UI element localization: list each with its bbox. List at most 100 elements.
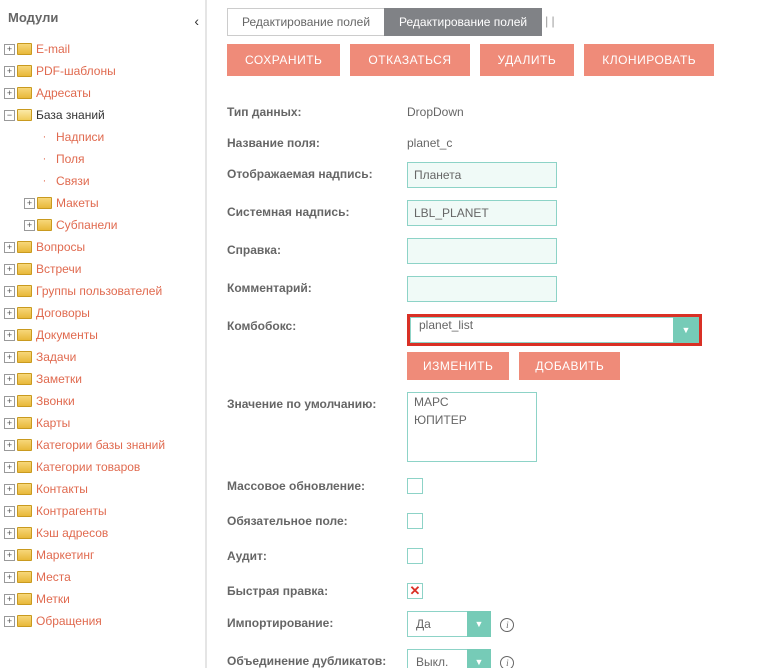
plus-icon[interactable]: + xyxy=(4,352,15,363)
plus-icon[interactable]: + xyxy=(24,198,35,209)
cancel-button[interactable]: ОТКАЗАТЬСЯ xyxy=(350,44,469,76)
folder-icon xyxy=(17,593,32,605)
sidebar-item[interactable]: + Документы xyxy=(4,324,205,346)
dot-icon: · xyxy=(37,131,52,143)
action-toolbar: СОХРАНИТЬ ОТКАЗАТЬСЯ УДАЛИТЬ КЛОНИРОВАТЬ xyxy=(227,44,772,76)
plus-icon[interactable]: + xyxy=(4,396,15,407)
info-icon[interactable]: i xyxy=(500,618,514,632)
sidebar-item-label: Метки xyxy=(36,592,70,606)
plus-icon[interactable]: + xyxy=(4,506,15,517)
sidebar-item-label: Связи xyxy=(56,174,90,188)
folder-icon xyxy=(17,285,32,297)
sidebar-item[interactable]: +Контакты xyxy=(4,478,205,500)
inline-edit-label: Быстрая правка: xyxy=(227,579,407,598)
plus-icon[interactable]: + xyxy=(4,264,15,275)
tab-field-editing-1[interactable]: Редактирование полей xyxy=(227,8,385,36)
sidebar-item[interactable]: + Метки xyxy=(4,588,205,610)
edit-list-button[interactable]: ИЗМЕНИТЬ xyxy=(407,352,509,380)
plus-icon[interactable]: + xyxy=(4,88,15,99)
fieldname-value: planet_c xyxy=(407,131,452,150)
comment-label: Комментарий: xyxy=(227,276,407,295)
audit-checkbox[interactable] xyxy=(407,548,423,564)
sidebar-item[interactable]: +Звонки xyxy=(4,390,205,412)
sidebar-item-label: Маркетинг xyxy=(36,548,94,562)
required-checkbox[interactable] xyxy=(407,513,423,529)
tab-field-editing-2[interactable]: Редактирование полей xyxy=(384,8,542,36)
audit-label: Аудит: xyxy=(227,544,407,563)
sidebar-item[interactable]: +Кэш адресов xyxy=(4,522,205,544)
list-item[interactable]: ЮПИТЕР xyxy=(408,411,536,429)
sidebar-item[interactable]: +Макеты xyxy=(24,192,205,214)
plus-icon[interactable]: + xyxy=(4,572,15,583)
sidebar-item[interactable]: + Договоры xyxy=(4,302,205,324)
help-input[interactable] xyxy=(407,238,557,264)
sidebar-item[interactable]: +Группы пользователей xyxy=(4,280,205,302)
delete-button[interactable]: УДАЛИТЬ xyxy=(480,44,575,76)
sidebar-item[interactable]: +Контрагенты xyxy=(4,500,205,522)
collapse-sidebar-icon[interactable]: ‹ xyxy=(194,13,199,29)
mass-update-checkbox[interactable] xyxy=(407,478,423,494)
add-list-button[interactable]: ДОБАВИТЬ xyxy=(519,352,620,380)
plus-icon[interactable]: + xyxy=(4,286,15,297)
combobox-value: planet_list xyxy=(410,317,673,343)
sidebar-item-label: Договоры xyxy=(36,306,90,320)
sidebar-item[interactable]: +Встречи xyxy=(4,258,205,280)
chevron-down-icon[interactable]: ▼ xyxy=(673,317,699,343)
plus-icon[interactable]: + xyxy=(4,616,15,627)
clone-button[interactable]: КЛОНИРОВАТЬ xyxy=(584,44,714,76)
plus-icon[interactable]: + xyxy=(4,440,15,451)
save-button[interactable]: СОХРАНИТЬ xyxy=(227,44,340,76)
dot-icon: · xyxy=(37,153,52,165)
combobox-select-highlighted[interactable]: planet_list ▼ xyxy=(407,314,702,346)
plus-icon[interactable]: + xyxy=(4,330,15,341)
plus-icon[interactable]: + xyxy=(4,44,15,55)
sidebar-item[interactable]: +Задачи xyxy=(4,346,205,368)
list-item[interactable]: МАРС xyxy=(408,393,536,411)
plus-icon[interactable]: + xyxy=(4,462,15,473)
comment-input[interactable] xyxy=(407,276,557,302)
sidebar-item[interactable]: + Обращения xyxy=(4,610,205,632)
plus-icon[interactable]: + xyxy=(4,374,15,385)
plus-icon[interactable]: + xyxy=(24,220,35,231)
plus-icon[interactable]: + xyxy=(4,418,15,429)
sidebar-item[interactable]: ·Связи xyxy=(24,170,205,192)
folder-icon xyxy=(17,483,32,495)
sidebar-item[interactable]: +E-mail xyxy=(4,38,205,60)
sidebar-item-label: Субпанели xyxy=(56,218,117,232)
sidebar-item-label: Заметки xyxy=(36,372,82,386)
sidebar-item[interactable]: +Карты xyxy=(4,412,205,434)
system-label-input[interactable] xyxy=(407,200,557,226)
sidebar-item[interactable]: + Заметки xyxy=(4,368,205,390)
sidebar-item[interactable]: + Субпанели xyxy=(24,214,205,236)
plus-icon[interactable]: + xyxy=(4,484,15,495)
sidebar-item-label: Места xyxy=(36,570,71,584)
inline-edit-checkbox[interactable]: ✕ xyxy=(407,583,423,599)
import-select[interactable]: Да ▼ xyxy=(407,611,491,637)
plus-icon[interactable]: + xyxy=(4,66,15,77)
minus-icon[interactable]: − xyxy=(4,110,15,121)
sidebar-item[interactable]: ·Надписи xyxy=(24,126,205,148)
sidebar-item[interactable]: +Категории базы знаний xyxy=(4,434,205,456)
sidebar-item[interactable]: +Адресаты xyxy=(4,82,205,104)
sidebar-item[interactable]: + Места xyxy=(4,566,205,588)
sidebar-item-label: Обращения xyxy=(36,614,102,628)
display-label-input[interactable] xyxy=(407,162,557,188)
sidebar-item[interactable]: +PDF-шаблоны xyxy=(4,60,205,82)
sidebar-item-label: Документы xyxy=(36,328,98,342)
info-icon[interactable]: i xyxy=(500,656,514,668)
default-value-label: Значение по умолчанию: xyxy=(227,392,407,411)
sidebar-item[interactable]: −База знаний xyxy=(4,104,205,126)
plus-icon[interactable]: + xyxy=(4,550,15,561)
plus-icon[interactable]: + xyxy=(4,242,15,253)
plus-icon[interactable]: + xyxy=(4,594,15,605)
plus-icon[interactable]: + xyxy=(4,308,15,319)
merge-select[interactable]: Выкл. ▼ xyxy=(407,649,491,668)
default-value-list[interactable]: МАРС ЮПИТЕР xyxy=(407,392,537,462)
sidebar-item[interactable]: +Категории товаров xyxy=(4,456,205,478)
system-label-label: Системная надпись: xyxy=(227,200,407,219)
sidebar-item[interactable]: +Вопросы xyxy=(4,236,205,258)
combobox-label: Комбобокс: xyxy=(227,314,407,333)
sidebar-item[interactable]: + Маркетинг xyxy=(4,544,205,566)
sidebar-item[interactable]: ·Поля xyxy=(24,148,205,170)
plus-icon[interactable]: + xyxy=(4,528,15,539)
